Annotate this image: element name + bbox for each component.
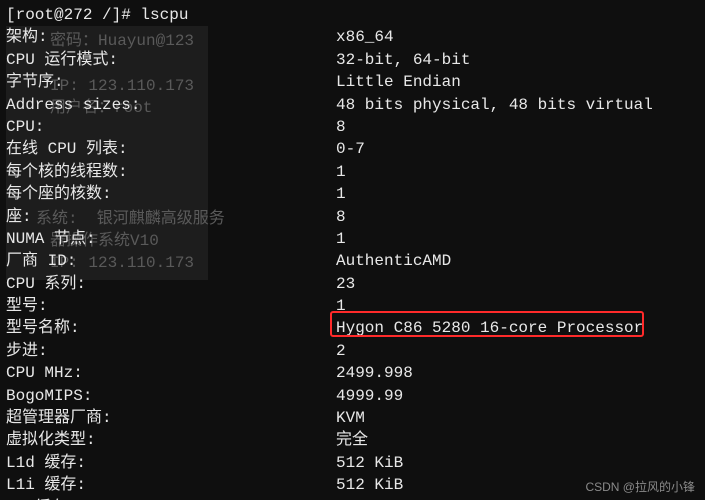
output-label: 每个座的核数:	[6, 183, 336, 205]
watermark-text: CSDN @拉风的小锋	[585, 479, 695, 496]
output-value: 4 MiB	[336, 497, 699, 500]
output-row: 超管理器厂商:KVM	[6, 407, 699, 429]
output-row: 每个座的核数:1	[6, 183, 699, 205]
output-label: 座:	[6, 206, 336, 228]
output-label: L2 缓存:	[6, 497, 336, 500]
output-label: CPU MHz:	[6, 362, 336, 384]
output-label: L1i 缓存:	[6, 474, 336, 496]
output-row: 虚拟化类型:完全	[6, 429, 699, 451]
output-label: 厂商 ID:	[6, 250, 336, 272]
output-label: Address sizes:	[6, 94, 336, 116]
output-label: 架构:	[6, 26, 336, 48]
output-row: 架构:x86_64	[6, 26, 699, 48]
output-value: 8	[336, 116, 699, 138]
output-label: 型号:	[6, 295, 336, 317]
output-value: 4999.99	[336, 385, 699, 407]
output-value: 48 bits physical, 48 bits virtual	[336, 94, 699, 116]
output-label: 超管理器厂商:	[6, 407, 336, 429]
output-value: 23	[336, 273, 699, 295]
output-label: L1d 缓存:	[6, 452, 336, 474]
output-label: NUMA 节点:	[6, 228, 336, 250]
output-value: KVM	[336, 407, 699, 429]
output-value: 1	[336, 161, 699, 183]
output-row: 座:8	[6, 206, 699, 228]
output-row: CPU:8	[6, 116, 699, 138]
output-row: 型号:1	[6, 295, 699, 317]
output-row: 型号名称:Hygon C86 5280 16-core Processor	[6, 317, 699, 339]
output-row: BogoMIPS:4999.99	[6, 385, 699, 407]
output-value: Hygon C86 5280 16-core Processor	[336, 317, 699, 339]
output-value: 完全	[336, 429, 699, 451]
output-label: 每个核的线程数:	[6, 161, 336, 183]
output-value: 8	[336, 206, 699, 228]
output-row: CPU 运行模式:32-bit, 64-bit	[6, 49, 699, 71]
output-label: CPU 系列:	[6, 273, 336, 295]
output-value: 2	[336, 340, 699, 362]
output-row: 步进:2	[6, 340, 699, 362]
output-value: 1	[336, 183, 699, 205]
output-row: 在线 CPU 列表:0-7	[6, 138, 699, 160]
output-value: Little Endian	[336, 71, 699, 93]
output-row: 每个核的线程数:1	[6, 161, 699, 183]
output-value: x86_64	[336, 26, 699, 48]
output-row: L2 缓存:4 MiB	[6, 497, 699, 500]
output-label: CPU 运行模式:	[6, 49, 336, 71]
output-row: CPU MHz:2499.998	[6, 362, 699, 384]
output-label: 型号名称:	[6, 317, 336, 339]
output-value: 0-7	[336, 138, 699, 160]
output-value: 2499.998	[336, 362, 699, 384]
output-row: CPU 系列:23	[6, 273, 699, 295]
output-row: 字节序:Little Endian	[6, 71, 699, 93]
output-row: 厂商 ID:AuthenticAMD	[6, 250, 699, 272]
output-value: 32-bit, 64-bit	[336, 49, 699, 71]
output-label: CPU:	[6, 116, 336, 138]
output-value: AuthenticAMD	[336, 250, 699, 272]
output-label: 步进:	[6, 340, 336, 362]
terminal-output[interactable]: [root@272 /]# lscpu 架构:x86_64CPU 运行模式:32…	[0, 0, 705, 500]
output-value: 512 KiB	[336, 452, 699, 474]
output-label: 虚拟化类型:	[6, 429, 336, 451]
output-label: BogoMIPS:	[6, 385, 336, 407]
output-label: 字节序:	[6, 71, 336, 93]
shell-prompt: [root@272 /]# lscpu	[6, 4, 699, 26]
output-row: NUMA 节点:1	[6, 228, 699, 250]
output-value: 1	[336, 295, 699, 317]
output-row: L1d 缓存:512 KiB	[6, 452, 699, 474]
output-value: 1	[336, 228, 699, 250]
output-label: 在线 CPU 列表:	[6, 138, 336, 160]
output-row: Address sizes:48 bits physical, 48 bits …	[6, 94, 699, 116]
